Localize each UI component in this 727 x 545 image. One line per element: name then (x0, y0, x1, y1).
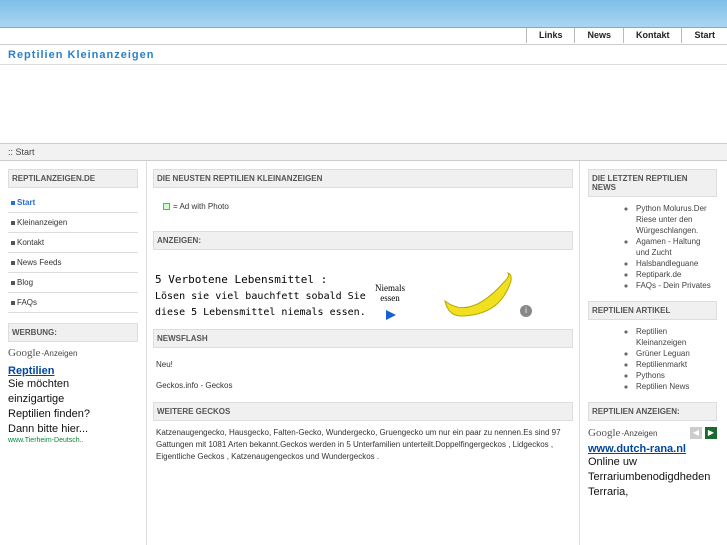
menu-item-blog[interactable]: Blog (8, 273, 138, 293)
breadcrumb: :: Start (0, 143, 727, 161)
nav-start[interactable]: Start (681, 28, 727, 43)
ad-text: Online uw Terrariumbenodigdheden Terrari… (588, 456, 711, 498)
next-arrow-icon[interactable]: ▶ (705, 427, 717, 439)
news-item[interactable]: Agamen - Haltung und Zucht (636, 236, 717, 258)
google-logo: Google (8, 347, 41, 359)
left-box-title: REPTILANZEIGEN.DE (8, 169, 138, 188)
menu-item-start[interactable]: Start (8, 193, 138, 213)
top-nav: Links News Kontakt Start (525, 28, 727, 45)
ad-link[interactable]: www.dutch-rana.nl (588, 443, 717, 455)
news-list: Python Molurus.Der Riese unter den Würge… (588, 203, 717, 291)
photo-legend: = Ad with Photo (153, 202, 573, 211)
left-column: REPTILANZEIGEN.DE Start Kleinanzeigen Ko… (0, 161, 147, 545)
artikel-item[interactable]: Reptilien News (636, 381, 717, 392)
nav-kontakt[interactable]: Kontakt (622, 28, 682, 43)
menu-label: FAQs (17, 298, 38, 307)
prev-arrow-icon[interactable]: ◀ (690, 427, 702, 439)
ad-text: Sie möchten einzigartige Reptilien finde… (8, 378, 90, 435)
menu-item-news-feeds[interactable]: News Feeds (8, 253, 138, 273)
bullet-icon (11, 200, 15, 205)
newsflash-title: NEWSFLASH (153, 329, 573, 348)
header-divider (0, 44, 727, 45)
banner-line-3: diese 5 Lebensmittel niemals essen. (155, 307, 366, 318)
left-menu: Start Kleinanzeigen Kontakt News Feeds B… (8, 193, 138, 313)
banner-line-2: Lösen sie viel bauchfett sobald Sie (155, 291, 366, 302)
anzeigen-title: ANZEIGEN: (153, 231, 573, 250)
newsflash-line-2: Geckos.info - Geckos (156, 381, 233, 390)
news-item[interactable]: Python Molurus.Der Riese unter den Würge… (636, 203, 717, 236)
menu-item-faqs[interactable]: FAQs (8, 293, 138, 313)
artikel-box-title: REPTILIEN ARTIKEL (588, 301, 717, 320)
artikel-item[interactable]: Reptilienmarkt (636, 359, 717, 370)
google-ads-label: Google -Anzeigen (8, 347, 138, 359)
news-item[interactable]: Halsbandleguane (636, 258, 717, 269)
artikel-item[interactable]: Pythons (636, 370, 717, 381)
photo-legend-text: = Ad with Photo (173, 202, 229, 211)
menu-label: Kontakt (17, 238, 45, 247)
banana-icon (444, 272, 512, 317)
left-ad: Reptilien Sie möchten einzigartige Repti… (8, 365, 138, 444)
menu-item-kontakt[interactable]: Kontakt (8, 233, 138, 253)
ad-banner[interactable]: 5 Verbotene Lebensmittel : Lösen sie vie… (155, 271, 580, 323)
left-ads-title: WERBUNG: (8, 323, 138, 342)
bullet-icon (11, 260, 15, 265)
nav-news[interactable]: News (574, 28, 623, 43)
weitere-geckos-text: Katzenaugengecko, Hausgecko, Falten-Geck… (156, 428, 561, 461)
newest-ads-title: DIE NEUSTEN REPTILIEN KLEINANZEIGEN (153, 169, 573, 188)
menu-label: News Feeds (17, 258, 62, 267)
anzeigen-label: -Anzeigen (41, 348, 78, 358)
bullet-icon (11, 220, 15, 225)
news-item[interactable]: Reptipark.de (636, 269, 717, 280)
weitere-geckos-title: WEITERE GECKOS (153, 402, 573, 421)
menu-label: Blog (17, 278, 34, 287)
bullet-icon (11, 300, 15, 305)
top-banner (0, 0, 727, 28)
photo-icon (163, 203, 170, 210)
menu-label: Start (17, 198, 36, 207)
main-column: DIE NEUSTEN REPTILIEN KLEINANZEIGEN = Ad… (147, 161, 580, 545)
menu-label: Kleinanzeigen (17, 218, 68, 227)
right-column: DIE LETZTEN REPTILIEN NEWS Python Moluru… (580, 161, 727, 545)
bullet-icon (11, 280, 15, 285)
bullet-icon (11, 240, 15, 245)
anzeigen-label: -Anzeigen (621, 428, 658, 438)
banner-side-text: Niemals essen (375, 283, 405, 303)
banner-line-1: 5 Verbotene Lebensmittel : (155, 273, 328, 286)
artikel-item[interactable]: Grüner Leguan (636, 348, 717, 359)
info-icon[interactable]: i (520, 305, 532, 317)
news-box-title: DIE LETZTEN REPTILIEN NEWS (588, 169, 717, 197)
artikel-list: Reptilien Kleinanzeigen Grüner Leguan Re… (588, 326, 717, 392)
newsflash-line-1: Neu! (156, 360, 173, 369)
news-item[interactable]: FAQs - Dein Privates (636, 280, 717, 291)
title-divider (0, 64, 727, 65)
google-logo: Google (588, 427, 621, 439)
google-ads-label: Google -Anzeigen ◀ ▶ (588, 427, 717, 439)
site-title[interactable]: Reptilien Kleinanzeigen (8, 49, 154, 61)
play-arrow-icon (386, 310, 396, 320)
ad-link[interactable]: Reptilien (8, 365, 138, 377)
artikel-item[interactable]: Reptilien Kleinanzeigen (636, 326, 717, 348)
nav-links[interactable]: Links (525, 28, 575, 43)
ad-url[interactable]: www.Tierheim-Deutsch.. (8, 437, 138, 444)
reptilien-anzeigen-title: REPTILIEN ANZEIGEN: (588, 402, 717, 421)
menu-item-kleinanzeigen[interactable]: Kleinanzeigen (8, 213, 138, 233)
right-ad: www.dutch-rana.nl Online uw Terrariumben… (588, 443, 717, 500)
